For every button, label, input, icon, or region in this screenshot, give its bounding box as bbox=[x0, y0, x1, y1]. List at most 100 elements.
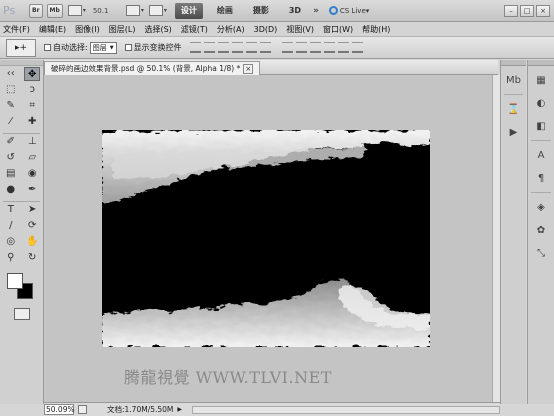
minimize-button[interactable]: – bbox=[504, 4, 518, 17]
type-tool-icon[interactable]: T bbox=[3, 203, 19, 217]
workspace-design[interactable]: 设计 bbox=[174, 2, 203, 19]
document-tab[interactable]: 破碎的画边效果背景.psd @ 50.1% (背景, Alpha 1/8) * × bbox=[44, 61, 261, 75]
status-nav-icon[interactable] bbox=[78, 405, 87, 414]
move-tool-icon[interactable]: ✥ bbox=[24, 67, 41, 81]
actions-panel-icon[interactable]: ▶ bbox=[504, 123, 524, 141]
menu-layer[interactable]: 图层(L) bbox=[106, 24, 142, 35]
horizontal-scrollbar[interactable] bbox=[192, 405, 500, 414]
workspace-photography[interactable]: 摄影 bbox=[247, 3, 275, 19]
lasso-tool-icon[interactable]: ↄ bbox=[24, 83, 40, 97]
align-right-icon[interactable] bbox=[259, 42, 271, 53]
menu-analysis[interactable]: 分析(A) bbox=[214, 24, 251, 35]
more-workspaces-button[interactable]: » bbox=[313, 6, 319, 16]
quick-mask-icon[interactable] bbox=[13, 308, 30, 320]
watermark-text: 腾龍視覺 WWW.TLVI.NET bbox=[124, 368, 332, 387]
dock-grip[interactable] bbox=[501, 60, 526, 66]
blur-tool-icon[interactable]: ◉ bbox=[24, 167, 40, 181]
view-extras-dropdown[interactable]: ▾ bbox=[67, 5, 86, 16]
align-hcenter-icon[interactable] bbox=[245, 42, 257, 53]
vertical-scrollbar[interactable] bbox=[492, 75, 500, 402]
menu-window[interactable]: 窗口(W) bbox=[320, 24, 359, 35]
auto-select-option[interactable]: 自动选择: bbox=[44, 42, 88, 53]
hand-tool-icon[interactable]: ✋ bbox=[24, 235, 40, 249]
path-select-tool-icon[interactable]: ➤ bbox=[24, 203, 40, 217]
menu-3d[interactable]: 3D(D) bbox=[251, 25, 284, 34]
gradient-tool-icon[interactable]: ▤ bbox=[3, 167, 19, 181]
align-buttons bbox=[189, 42, 274, 53]
menu-help[interactable]: 帮助(H) bbox=[359, 24, 396, 35]
character-panel-icon[interactable]: A bbox=[531, 146, 551, 164]
adjustments-panel-icon[interactable]: ◐ bbox=[531, 94, 551, 112]
dock-grip-main[interactable] bbox=[528, 60, 554, 66]
distribute-bottom-icon[interactable] bbox=[309, 42, 321, 53]
transform-panel-icon[interactable]: ⤡ bbox=[531, 244, 551, 262]
crop-tool-icon[interactable]: ⌗ bbox=[24, 99, 40, 113]
menu-image[interactable]: 图像(I) bbox=[72, 24, 106, 35]
masks-panel-icon[interactable]: ◧ bbox=[531, 117, 551, 135]
cs-live-button[interactable]: CS Live ▾ bbox=[328, 6, 369, 15]
3d-orbit-tool-icon[interactable]: ◎ bbox=[3, 235, 19, 249]
quick-select-tool-icon[interactable]: ✎ bbox=[3, 99, 19, 113]
zoom-field[interactable]: 50.09% bbox=[44, 404, 75, 415]
menu-view[interactable]: 视图(V) bbox=[283, 24, 320, 35]
shape-tool-icon[interactable]: / bbox=[3, 219, 19, 233]
history-brush-tool-icon[interactable]: ↺ bbox=[3, 151, 19, 165]
tools-panel: ‹‹ ✥ ⬚ ↄ ✎ ⌗ ⁄ ✚ ✐ ⊥ ↺ ▱ ▤ ◉ ● ✒ T ➤ / ⟳ ◎ ✋ ⚲ ↻ bbox=[0, 60, 44, 404]
zoom-tool-icon[interactable]: ⚲ bbox=[3, 251, 19, 265]
menu-edit[interactable]: 编辑(E) bbox=[36, 24, 72, 35]
paragraph-panel-icon[interactable]: ¶ bbox=[531, 169, 551, 187]
document-canvas[interactable] bbox=[102, 130, 430, 347]
menu-file[interactable]: 文件(F) bbox=[0, 24, 36, 35]
minibridge-panel-icon[interactable]: Mb bbox=[504, 71, 524, 89]
close-button[interactable]: × bbox=[536, 4, 550, 17]
show-transform-option[interactable]: 显示变换控件 bbox=[124, 42, 182, 53]
screen-mode-icon bbox=[148, 5, 163, 16]
distribute-right-icon[interactable] bbox=[351, 42, 363, 53]
cs-live-icon bbox=[328, 6, 338, 15]
workspace-3d[interactable]: 3D bbox=[283, 3, 307, 19]
history-panel-icon[interactable]: ⌛ bbox=[504, 100, 524, 118]
zoom-level[interactable]: 50.1 bbox=[93, 7, 121, 15]
distribute-top-icon[interactable] bbox=[281, 42, 293, 53]
auto-select-checkbox[interactable] bbox=[44, 44, 51, 51]
auto-select-target-value: 图层 bbox=[92, 43, 107, 52]
distribute-vcenter-icon[interactable] bbox=[295, 42, 307, 53]
launch-bridge-button[interactable]: Br bbox=[29, 3, 43, 18]
eyedropper-tool-icon[interactable]: ⁄ bbox=[3, 115, 19, 129]
rotate-view-tool-icon[interactable]: ↻ bbox=[24, 251, 40, 265]
canvas-area[interactable]: 腾龍視覺 WWW.TLVI.NET bbox=[44, 75, 492, 402]
align-top-icon[interactable] bbox=[189, 42, 201, 53]
3d-layers-panel-icon[interactable]: ✿ bbox=[531, 221, 551, 239]
menu-filter[interactable]: 滤镜(T) bbox=[178, 24, 214, 35]
tool-preset-picker[interactable]: ▸+ bbox=[6, 38, 36, 57]
close-document-icon[interactable]: × bbox=[243, 64, 254, 74]
3d-panel-icon[interactable]: ◈ bbox=[531, 198, 551, 216]
launch-mini-bridge-button[interactable]: Mb bbox=[46, 3, 63, 18]
menu-select[interactable]: 选择(S) bbox=[141, 24, 177, 35]
panel-dock-icons: Mb ⌛ ▶ bbox=[500, 60, 526, 404]
status-menu-arrow-icon[interactable]: ▶ bbox=[177, 406, 182, 413]
marquee-tool-icon[interactable]: ⬚ bbox=[3, 83, 19, 97]
dodge-tool-icon[interactable]: ● bbox=[3, 183, 19, 197]
foreground-color-swatch[interactable] bbox=[7, 273, 23, 289]
arrange-documents-dropdown[interactable]: ▾ bbox=[125, 5, 144, 16]
brush-tool-icon[interactable]: ✐ bbox=[3, 135, 19, 149]
show-transform-checkbox[interactable] bbox=[124, 44, 132, 51]
spot-healing-tool-icon[interactable]: ✚ bbox=[24, 115, 40, 129]
3d-rotate-tool-icon[interactable]: ⟳ bbox=[24, 219, 40, 233]
restore-button[interactable]: □ bbox=[520, 4, 534, 17]
distribute-left-icon[interactable] bbox=[323, 42, 335, 53]
auto-select-target-select[interactable]: 图层 ▼ bbox=[89, 41, 117, 54]
pen-tool-icon[interactable]: ✒ bbox=[24, 183, 40, 197]
distribute-hcenter-icon[interactable] bbox=[337, 42, 349, 53]
color-panel-icon[interactable]: ▦ bbox=[531, 71, 551, 89]
eraser-tool-icon[interactable]: ▱ bbox=[24, 151, 40, 165]
align-left-icon[interactable] bbox=[231, 42, 243, 53]
workspace-painting[interactable]: 绘画 bbox=[211, 3, 239, 19]
align-vcenter-icon[interactable] bbox=[203, 42, 215, 53]
align-bottom-icon[interactable] bbox=[217, 42, 229, 53]
auto-select-label: 自动选择: bbox=[53, 43, 88, 52]
collapse-icon[interactable]: ‹‹ bbox=[3, 67, 19, 81]
screen-mode-dropdown[interactable]: ▾ bbox=[148, 5, 167, 16]
clone-stamp-tool-icon[interactable]: ⊥ bbox=[24, 135, 40, 149]
